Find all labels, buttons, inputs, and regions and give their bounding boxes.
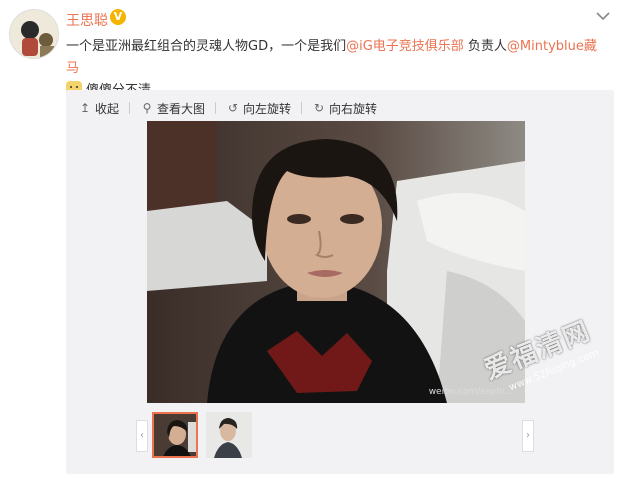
rotate-right-label: 向右旋转 — [329, 101, 378, 116]
view-large-label: 查看大图 — [157, 101, 206, 116]
rotate-right-button[interactable]: ↻ 向右旋转 — [312, 100, 377, 117]
view-large-button[interactable]: ⚲ 查看大图 — [140, 100, 205, 117]
rotate-left-icon: ↺ — [228, 101, 239, 115]
rotate-left-button[interactable]: ↺ 向左旋转 — [226, 100, 291, 117]
magnifier-icon: ⚲ — [142, 101, 152, 115]
main-photo[interactable]: weibo.com/sephi... — [147, 121, 525, 403]
verified-badge-icon: V — [110, 9, 126, 25]
thumbnail-2[interactable] — [206, 412, 252, 458]
post-text-part: 一个是亚洲最红组合的灵魂人物GD，一个是我们 — [66, 39, 347, 54]
divider — [301, 102, 303, 114]
thumbnail-strip: ‹ › — [136, 412, 536, 458]
prev-arrow-icon[interactable]: ‹ — [136, 420, 148, 452]
photo-watermark: weibo.com/sephi... — [428, 387, 513, 397]
photo-illustration — [147, 121, 525, 403]
rotate-right-icon: ↻ — [314, 101, 325, 115]
avatar[interactable] — [9, 9, 59, 59]
thumbnail-image — [154, 414, 196, 456]
thumbnail-image — [206, 412, 252, 458]
post-text-part: 负责人 — [463, 39, 507, 54]
image-toolbar: ↥ 收起 ⚲ 查看大图 ↺ 向左旋转 ↻ 向右旋转 — [78, 98, 391, 118]
chevron-down-icon[interactable] — [596, 10, 610, 24]
divider — [215, 102, 217, 114]
collapse-arrow-icon: ↥ — [79, 101, 91, 115]
thumbnail-1[interactable] — [152, 412, 198, 458]
rotate-left-label: 向左旋转 — [243, 101, 292, 116]
author-name[interactable]: 王思聪 — [66, 10, 108, 30]
avatar-image — [10, 10, 58, 58]
collapse-label: 收起 — [95, 101, 120, 116]
next-arrow-icon[interactable]: › — [522, 420, 534, 452]
expanded-image-panel: ↥ 收起 ⚲ 查看大图 ↺ 向左旋转 ↻ 向右旋转 weibo.com/seph… — [66, 90, 614, 474]
collapse-button[interactable]: ↥ 收起 — [78, 100, 119, 117]
mention-link[interactable]: @iG电子竞技俱乐部 — [346, 39, 464, 54]
divider — [129, 102, 131, 114]
